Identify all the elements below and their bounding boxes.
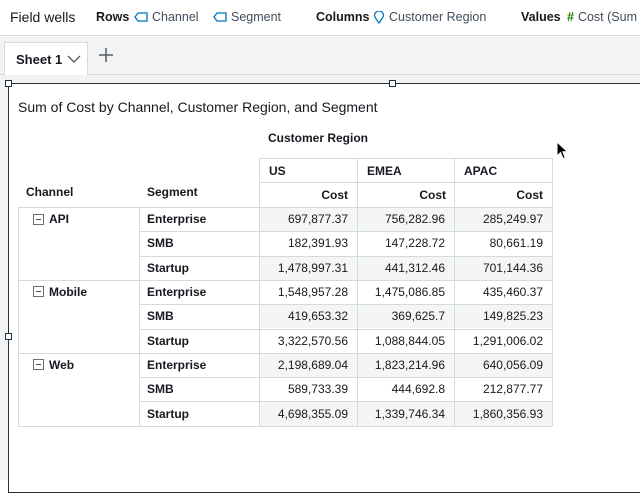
region-header-us[interactable]: US (269, 164, 286, 178)
rows-field-channel[interactable]: Channel (134, 10, 199, 24)
value-cell[interactable]: 149,825.23 (454, 304, 543, 328)
value-cell[interactable]: 1,860,356.93 (454, 401, 543, 425)
value-cell[interactable]: 285,249.97 (454, 207, 543, 231)
value-cell[interactable]: 4,698,355.09 (259, 401, 348, 425)
value-cell[interactable]: 80,661.19 (454, 231, 543, 255)
values-well-label: Values (521, 10, 561, 24)
segment-cell[interactable]: SMB (147, 304, 174, 328)
channel-label: Mobile (49, 284, 87, 299)
value-cell[interactable]: 369,625.7 (357, 304, 445, 328)
value-cell[interactable]: 1,291,006.02 (454, 329, 543, 353)
measure-hash-icon: # (567, 10, 574, 24)
value-cell[interactable]: 212,877.77 (454, 377, 543, 401)
region-header-emea[interactable]: EMEA (367, 164, 402, 178)
collapse-icon[interactable] (33, 359, 44, 371)
resize-handle-left[interactable] (5, 333, 12, 340)
value-cell[interactable]: 147,228.72 (357, 231, 445, 255)
value-cell[interactable]: 3,322,570.56 (259, 329, 348, 353)
values-field-cost[interactable]: # Cost (Sum (567, 10, 637, 24)
value-cell[interactable]: 701,144.36 (454, 256, 543, 280)
value-cell[interactable]: 1,088,844.05 (357, 329, 445, 353)
geo-pin-icon (373, 10, 385, 24)
values-field-label: Cost (Sum (577, 10, 637, 24)
channel-label: Web (49, 357, 75, 372)
value-cell[interactable]: 444,692.8 (357, 377, 445, 401)
value-cell[interactable]: 1,823,214.96 (357, 353, 445, 377)
channel-cell[interactable]: Mobile (33, 282, 87, 302)
collapse-icon[interactable] (33, 213, 44, 225)
grid-line (139, 207, 140, 426)
tab-label: Sheet 1 (16, 52, 63, 67)
field-wells-bar[interactable]: Field wells Rows Channel Segment Columns… (0, 0, 640, 36)
measure-header-cost[interactable]: Cost (357, 188, 446, 202)
value-cell[interactable]: 441,312.46 (357, 256, 445, 280)
resize-handle-top[interactable] (389, 80, 396, 87)
rows-field-label: Channel (152, 10, 199, 24)
chevron-down-icon[interactable] (67, 54, 81, 64)
tab-sheet-1[interactable]: Sheet 1 (4, 42, 88, 76)
grid-line (552, 158, 553, 426)
rows-field-label: Segment (231, 10, 282, 24)
segment-cell[interactable]: Enterprise (147, 207, 206, 231)
segment-cell[interactable]: Startup (147, 329, 189, 353)
grid-line (18, 425, 552, 427)
value-cell[interactable]: 1,478,997.31 (259, 256, 348, 280)
value-cell[interactable]: 697,877.37 (259, 207, 348, 231)
visual-title: Sum of Cost by Channel, Customer Region,… (18, 99, 378, 115)
dimension-tag-icon (213, 12, 227, 22)
column-field-header[interactable]: Customer Region (268, 131, 368, 145)
channel-cell[interactable]: API (33, 209, 69, 229)
field-wells-title[interactable]: Field wells (10, 9, 75, 25)
value-cell[interactable]: 1,548,957.28 (259, 280, 348, 304)
row-header-segment[interactable]: Segment (147, 185, 198, 199)
region-header-apac[interactable]: APAC (464, 164, 497, 178)
segment-cell[interactable]: Startup (147, 256, 189, 280)
measure-header-cost[interactable]: Cost (454, 188, 543, 202)
value-cell[interactable]: 640,056.09 (454, 353, 543, 377)
grid-line (259, 158, 552, 159)
value-cell[interactable]: 1,475,086.85 (357, 280, 445, 304)
measure-header-cost[interactable]: Cost (259, 188, 348, 202)
dimension-tag-icon (134, 12, 148, 22)
row-header-channel[interactable]: Channel (26, 185, 73, 199)
sheet-tab-bar: Sheet 1 (0, 37, 640, 76)
value-cell[interactable]: 756,282.96 (357, 207, 445, 231)
grid-line (18, 207, 19, 426)
columns-field-label: Customer Region (389, 10, 487, 24)
value-cell[interactable]: 419,653.32 (259, 304, 348, 328)
columns-field-customer-region[interactable]: Customer Region (373, 10, 486, 24)
channel-cell[interactable]: Web (33, 355, 74, 375)
collapse-icon[interactable] (33, 286, 44, 298)
value-cell[interactable]: 2,198,689.04 (259, 353, 348, 377)
rows-field-segment[interactable]: Segment (213, 10, 281, 24)
columns-well-label: Columns (316, 10, 370, 24)
resize-handle-top-left[interactable] (5, 80, 12, 87)
segment-cell[interactable]: SMB (147, 231, 174, 255)
add-sheet-icon[interactable] (96, 45, 116, 65)
segment-cell[interactable]: Enterprise (147, 353, 206, 377)
value-cell[interactable]: 182,391.93 (259, 231, 348, 255)
segment-cell[interactable]: SMB (147, 377, 174, 401)
segment-cell[interactable]: Startup (147, 401, 189, 425)
channel-label: API (49, 212, 70, 226)
mouse-cursor-icon (556, 141, 569, 160)
rows-well-label: Rows (96, 10, 130, 24)
value-cell[interactable]: 589,733.39 (259, 377, 348, 401)
value-cell[interactable]: 1,339,746.34 (357, 401, 445, 425)
grid-line (259, 182, 552, 183)
segment-cell[interactable]: Enterprise (147, 280, 206, 304)
value-cell[interactable]: 435,460.37 (454, 280, 543, 304)
